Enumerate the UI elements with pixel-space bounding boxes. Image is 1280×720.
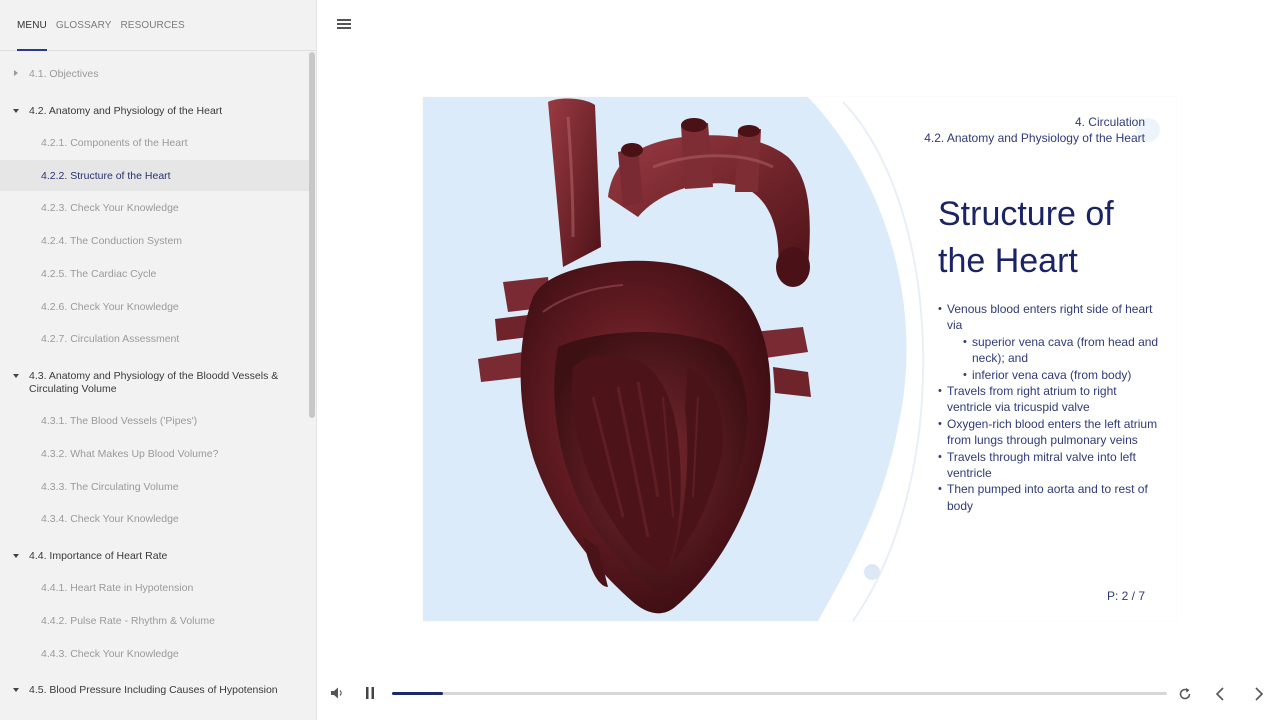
progress-bar[interactable] xyxy=(392,692,1167,695)
menu-item-4-1[interactable]: 4.1. Objectives xyxy=(0,68,310,84)
menu-icon[interactable] xyxy=(337,19,351,30)
bullet-item: Then pumped into aorta and to rest of bo… xyxy=(938,481,1163,514)
menu-item-4-2-7[interactable]: 4.2.7. Circulation Assessment xyxy=(0,333,310,349)
slide-course-label: 4. Circulation xyxy=(1074,115,1145,129)
chevron-right-icon[interactable] xyxy=(1254,687,1264,701)
replay-icon[interactable] xyxy=(1178,687,1192,701)
menu-item-4-4[interactable]: 4.4. Importance of Heart Rate xyxy=(0,550,310,566)
caret-down-icon[interactable] xyxy=(13,688,19,692)
menu-item-4-2-1[interactable]: 4.2.1. Components of the Heart xyxy=(0,137,310,153)
caret-down-icon[interactable] xyxy=(13,374,19,378)
slide-title-line-1: Structure of xyxy=(938,195,1114,233)
menu-item-4-2-4[interactable]: 4.2.4. The Conduction System xyxy=(0,235,310,251)
menu-item-4-2-5[interactable]: 4.2.5. The Cardiac Cycle xyxy=(0,268,310,284)
slide: 4. Circulation 4.2. Anatomy and Physiolo… xyxy=(423,97,1176,621)
sidebar-tabs: MENU GLOSSARY RESOURCES xyxy=(0,0,316,51)
course-player: MENU GLOSSARY RESOURCES 4.1. Objectives … xyxy=(0,0,1280,720)
tab-glossary[interactable]: GLOSSARY xyxy=(56,20,112,31)
bullet-item: Travels through mitral valve into left v… xyxy=(938,449,1163,482)
progress-fill xyxy=(392,692,444,695)
menu-item-4-4-3[interactable]: 4.4.3. Check Your Knowledge xyxy=(0,648,310,664)
chevron-left-icon[interactable] xyxy=(1215,687,1225,701)
bullet-item: Oxygen-rich blood enters the left atrium… xyxy=(938,416,1163,449)
tab-resources[interactable]: RESOURCES xyxy=(120,20,184,31)
menu-item-4-3-4[interactable]: 4.3.4. Check Your Knowledge xyxy=(0,513,310,529)
caret-down-icon[interactable] xyxy=(13,554,19,558)
bullet-item: Venous blood enters right side of heart … xyxy=(938,301,1163,334)
menu-item-4-3-3[interactable]: 4.3.3. The Circulating Volume xyxy=(0,481,310,497)
volume-icon[interactable] xyxy=(330,686,344,700)
page-indicator: P: 2 / 7 xyxy=(1106,589,1145,603)
sidebar: MENU GLOSSARY RESOURCES 4.1. Objectives … xyxy=(0,0,317,720)
menu-item-4-4-1[interactable]: 4.4.1. Heart Rate in Hypotension xyxy=(0,582,310,598)
active-tab-indicator xyxy=(17,49,47,51)
menu-item-4-3-1[interactable]: 4.3.1. The Blood Vessels ('Pipes') xyxy=(0,415,310,431)
player-controls xyxy=(318,676,1280,712)
menu-item-4-2[interactable]: 4.2. Anatomy and Physiology of the Heart xyxy=(0,105,310,121)
menu-item-4-4-2[interactable]: 4.4.2. Pulse Rate - Rhythm & Volume xyxy=(0,615,310,631)
slide-section-label: 4.2. Anatomy and Physiology of the Heart xyxy=(924,131,1145,145)
menu-item-4-3[interactable]: 4.3. Anatomy and Physiology of the Blood… xyxy=(0,370,310,400)
caret-down-icon[interactable] xyxy=(13,109,19,113)
bullet-subitem: inferior vena cava (from body) xyxy=(938,367,1163,384)
menu-item-4-5[interactable]: 4.5. Blood Pressure Including Causes of … xyxy=(0,684,310,700)
tab-menu[interactable]: MENU xyxy=(17,20,47,31)
caret-right-icon[interactable] xyxy=(14,70,18,76)
sidebar-scrollbar[interactable] xyxy=(309,52,315,418)
bullet-item: Travels from right atrium to right ventr… xyxy=(938,383,1163,416)
slide-bullets: Venous blood enters right side of heart … xyxy=(938,301,1163,514)
slide-title-line-2: the Heart xyxy=(938,242,1078,280)
menu-item-4-2-3[interactable]: 4.2.3. Check Your Knowledge xyxy=(0,202,310,218)
menu-item-4-3-2[interactable]: 4.3.2. What Makes Up Blood Volume? xyxy=(0,448,310,464)
slide-title: Structure of the Heart xyxy=(938,191,1163,285)
menu-item-4-2-2[interactable]: 4.2.2. Structure of the Heart xyxy=(0,160,310,191)
menu-item-4-2-6[interactable]: 4.2.6. Check Your Knowledge xyxy=(0,301,310,317)
decor-dot xyxy=(864,564,880,580)
bullet-subitem: superior vena cava (from head and neck);… xyxy=(938,334,1163,367)
pause-icon[interactable] xyxy=(365,687,375,699)
